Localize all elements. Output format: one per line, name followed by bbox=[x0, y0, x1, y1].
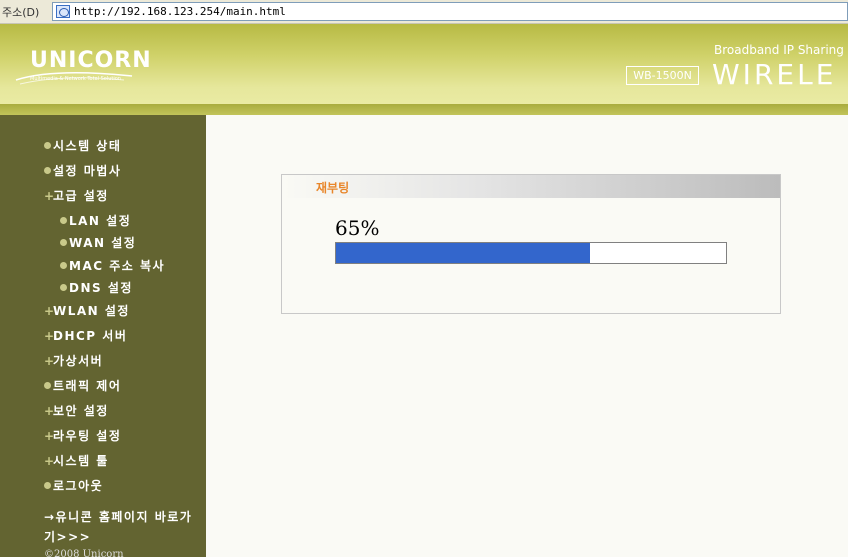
logo-subtext: Multimedia & Network Total Solution bbox=[30, 76, 121, 82]
sidebar-item-advanced-settings[interactable]: +고급 설정 bbox=[44, 187, 109, 204]
sidebar-item-mac-clone[interactable]: MAC 주소 복사 bbox=[60, 257, 165, 274]
plus-icon: + bbox=[44, 454, 56, 468]
sidebar-item-label: 설정 마법사 bbox=[53, 164, 122, 178]
product-wordmark: WIRELE bbox=[712, 58, 837, 91]
address-url[interactable]: http://192.168.123.254/main.html bbox=[74, 5, 286, 18]
sidebar-item-label: 시스템 툴 bbox=[53, 454, 109, 468]
reboot-panel: 재부팅 65% bbox=[281, 174, 781, 314]
header-banner: UNICORN Multimedia & Network Total Solut… bbox=[0, 24, 848, 115]
sidebar-item-system-tools[interactable]: +시스템 툴 bbox=[44, 452, 109, 469]
copyright-text: ©2008 Unicorn bbox=[44, 549, 124, 557]
sidebar-item-security[interactable]: +보안 설정 bbox=[44, 402, 109, 419]
sidebar: 시스템 상태 설정 마법사 +고급 설정 LAN 설정 WAN 설정 MAC 주… bbox=[0, 115, 206, 557]
sidebar-item-logout[interactable]: 로그아웃 bbox=[44, 477, 103, 494]
sidebar-item-dhcp[interactable]: +DHCP 서버 bbox=[44, 327, 127, 344]
page-icon bbox=[56, 5, 70, 18]
sidebar-item-label: DNS 설정 bbox=[69, 281, 133, 295]
address-bar: 주소(D) http://192.168.123.254/main.html bbox=[0, 0, 848, 24]
sidebar-item-label: LAN 설정 bbox=[69, 214, 132, 228]
sidebar-item-label: 고급 설정 bbox=[53, 189, 109, 203]
sidebar-item-traffic-control[interactable]: 트래픽 제어 bbox=[44, 377, 121, 394]
bullet-icon bbox=[44, 167, 51, 174]
header-tagline: Broadband IP Sharing R bbox=[714, 43, 848, 57]
sidebar-item-label: 라우팅 설정 bbox=[53, 429, 122, 443]
sidebar-item-label: DHCP 서버 bbox=[53, 329, 128, 343]
panel-header: 재부팅 bbox=[282, 175, 780, 198]
progress-bar bbox=[335, 242, 727, 264]
sidebar-item-setup-wizard[interactable]: 설정 마법사 bbox=[44, 162, 121, 179]
bullet-icon bbox=[60, 262, 67, 269]
plus-icon: + bbox=[44, 429, 56, 443]
plus-icon: + bbox=[44, 354, 56, 368]
bullet-icon bbox=[44, 482, 51, 489]
bullet-icon bbox=[60, 217, 67, 224]
sidebar-item-label: WLAN 설정 bbox=[53, 304, 130, 318]
progress-fill bbox=[336, 243, 590, 263]
sidebar-item-dns[interactable]: DNS 설정 bbox=[60, 279, 133, 296]
sidebar-item-lan[interactable]: LAN 설정 bbox=[60, 212, 131, 229]
address-input[interactable]: http://192.168.123.254/main.html bbox=[52, 2, 848, 21]
plus-icon: + bbox=[44, 189, 56, 203]
main-content: 재부팅 65% bbox=[206, 115, 848, 557]
progress-percent: 65% bbox=[335, 216, 380, 240]
bullet-icon bbox=[44, 382, 51, 389]
homepage-link[interactable]: →유니콘 홈페이지 바로가기>>> bbox=[44, 507, 194, 547]
sidebar-item-label: 보안 설정 bbox=[53, 404, 109, 418]
sidebar-item-label: WAN 설정 bbox=[69, 236, 137, 250]
sidebar-item-label: MAC 주소 복사 bbox=[69, 259, 166, 273]
address-label: 주소(D) bbox=[2, 6, 40, 19]
plus-icon: + bbox=[44, 404, 56, 418]
header-divider bbox=[0, 104, 848, 115]
sidebar-item-label: 트래픽 제어 bbox=[53, 379, 122, 393]
sidebar-item-routing[interactable]: +라우팅 설정 bbox=[44, 427, 121, 444]
plus-icon: + bbox=[44, 329, 56, 343]
sidebar-item-wlan[interactable]: +WLAN 설정 bbox=[44, 302, 130, 319]
bullet-icon bbox=[60, 284, 67, 291]
sidebar-item-label: 가상서버 bbox=[53, 354, 104, 368]
model-badge: WB-1500N bbox=[626, 66, 699, 85]
plus-icon: + bbox=[44, 304, 56, 318]
sidebar-item-label: 시스템 상태 bbox=[53, 139, 122, 153]
sidebar-item-system-status[interactable]: 시스템 상태 bbox=[44, 137, 121, 154]
logo-text: UNICORN bbox=[30, 48, 152, 73]
sidebar-item-virtual-server[interactable]: +가상서버 bbox=[44, 352, 103, 369]
bullet-icon bbox=[44, 142, 51, 149]
sidebar-item-label: 로그아웃 bbox=[53, 479, 104, 493]
panel-title: 재부팅 bbox=[316, 181, 350, 195]
unicorn-logo[interactable]: UNICORN Multimedia & Network Total Solut… bbox=[14, 48, 154, 88]
bullet-icon bbox=[60, 239, 67, 246]
sidebar-item-wan[interactable]: WAN 설정 bbox=[60, 234, 136, 251]
